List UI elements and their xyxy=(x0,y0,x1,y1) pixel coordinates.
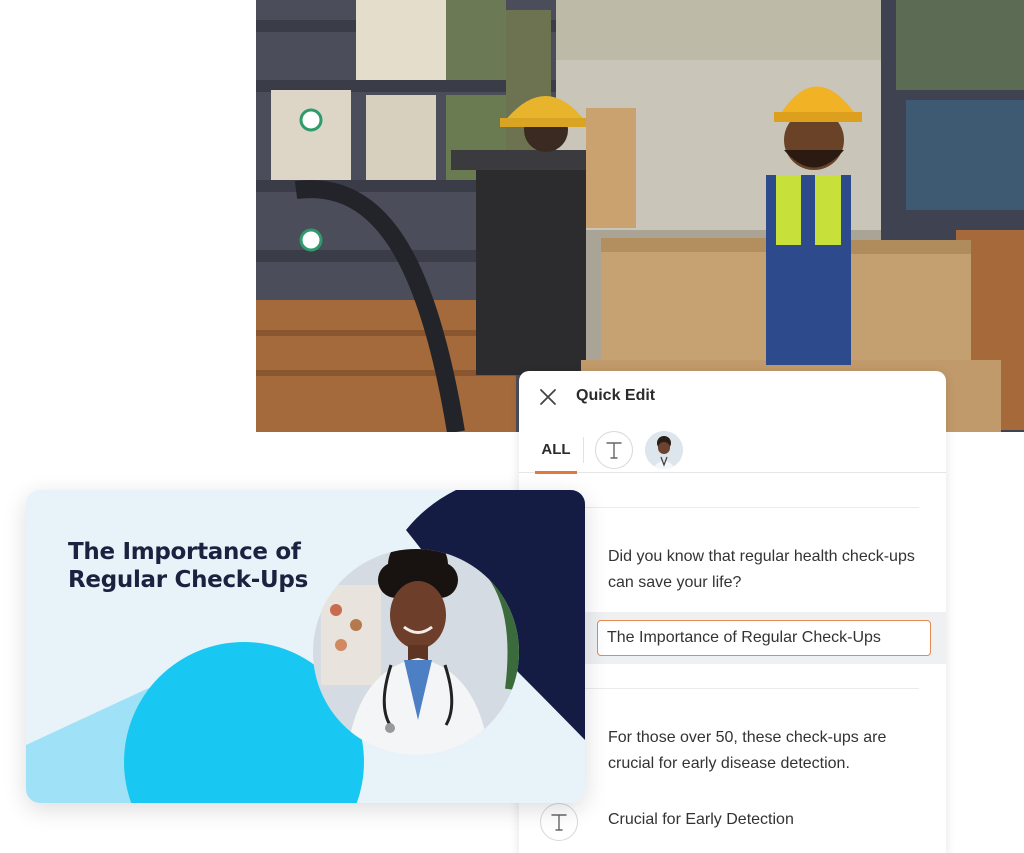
tab-divider xyxy=(583,437,584,463)
image-thumbnail-icon xyxy=(645,431,683,469)
text-item[interactable]: Crucial for Early Detection xyxy=(608,807,928,833)
panel-header: Quick Edit xyxy=(519,371,946,421)
tab-all[interactable]: ALL xyxy=(535,427,577,474)
close-icon[interactable] xyxy=(537,386,559,408)
panel-title: Quick Edit xyxy=(576,387,656,404)
filter-tabs: ALL xyxy=(519,427,946,474)
section-divider xyxy=(585,507,919,508)
slide-background xyxy=(26,490,585,803)
text-item[interactable]: For those over 50, these check-ups are c… xyxy=(608,725,928,777)
tab-image-filter[interactable] xyxy=(645,431,683,469)
title-input[interactable] xyxy=(597,620,931,656)
text-type-icon xyxy=(540,803,578,841)
warehouse-scene-image xyxy=(256,0,1024,432)
text-type-icon xyxy=(606,442,622,459)
tab-text-filter[interactable] xyxy=(595,431,633,469)
slide-preview-card[interactable]: The Importance of Regular Check-Ups xyxy=(26,490,585,803)
slide-title: The Importance of Regular Check-Ups xyxy=(68,539,308,593)
section-divider xyxy=(585,688,919,689)
text-item[interactable]: Did you know that regular health check-u… xyxy=(608,544,928,596)
active-field-row xyxy=(585,612,946,664)
